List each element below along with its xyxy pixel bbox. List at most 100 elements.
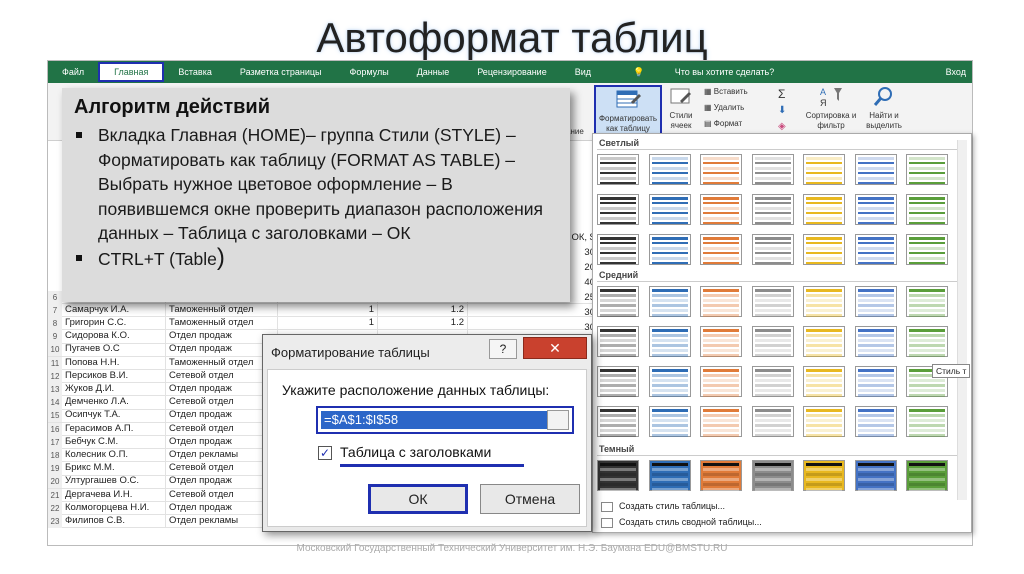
new-table-style-link[interactable]: Создать стиль таблицы... [619, 501, 725, 511]
format-as-table-button[interactable]: Форматировать как таблицу [594, 85, 662, 137]
table-style-swatch[interactable] [854, 326, 897, 357]
table-style-swatch[interactable] [803, 286, 845, 317]
tab-review[interactable]: Рецензирование [463, 67, 561, 77]
table-style-swatch[interactable] [751, 286, 794, 317]
table-style-swatch[interactable] [648, 286, 691, 317]
table-cell[interactable]: Персиков В.И. [62, 369, 166, 383]
headers-checkbox-label[interactable]: Таблица с заголовками [340, 444, 491, 460]
table-style-swatch[interactable] [648, 460, 691, 491]
table-style-swatch[interactable] [854, 154, 897, 185]
table-style-swatch[interactable] [803, 406, 845, 437]
table-style-swatch[interactable] [854, 366, 897, 397]
table-style-swatch[interactable] [803, 194, 845, 225]
table-row[interactable]: 7 Самарчук И.А. Таможенный отдел 1 1.2 [48, 303, 608, 318]
delete-cells-button[interactable]: ▦ Удалить [704, 103, 744, 112]
table-style-swatch[interactable] [906, 406, 948, 437]
table-style-swatch[interactable] [597, 366, 639, 397]
table-style-swatch[interactable] [700, 460, 742, 491]
table-style-swatch[interactable] [906, 154, 948, 185]
table-style-swatch[interactable] [597, 406, 639, 437]
table-style-swatch[interactable] [803, 326, 845, 357]
sort-filter-button[interactable]: AЯ Сортировка и фильтр [804, 85, 858, 131]
table-style-swatch[interactable] [906, 326, 948, 357]
ok-button[interactable]: ОК [368, 484, 468, 514]
tab-page-layout[interactable]: Разметка страницы [226, 67, 336, 77]
clear-icon[interactable]: ◈ [778, 121, 786, 132]
table-style-swatch[interactable] [751, 234, 794, 265]
table-cell[interactable]: Колесник О.П. [62, 448, 166, 462]
table-cell[interactable]: Герасимов А.П. [62, 422, 166, 436]
table-style-swatch[interactable] [803, 460, 845, 491]
table-cell[interactable]: Демченко Л.А. [62, 396, 166, 410]
table-style-swatch[interactable] [854, 234, 897, 265]
table-style-swatch[interactable] [648, 326, 691, 357]
table-style-swatch[interactable] [597, 286, 639, 317]
table-cell[interactable]: 1 [278, 316, 378, 330]
table-style-swatch[interactable] [751, 326, 794, 357]
cancel-button[interactable]: Отмена [480, 484, 580, 514]
table-cell[interactable]: Попова Н.Н. [62, 356, 166, 370]
table-style-swatch[interactable] [803, 366, 845, 397]
table-style-swatch[interactable] [803, 234, 845, 265]
table-style-swatch[interactable] [803, 154, 845, 185]
insert-cells-button[interactable]: ▦ Вставить [704, 87, 748, 96]
range-select-icon[interactable] [547, 410, 569, 430]
table-style-swatch[interactable] [700, 234, 742, 265]
table-style-swatch[interactable] [597, 234, 639, 265]
table-cell[interactable]: Григорин С.С. [62, 316, 166, 330]
table-row[interactable]: 8 Григорин С.С. Таможенный отдел 1 1.2 [48, 316, 608, 331]
format-cells-button[interactable]: ▤ Формат [704, 119, 742, 128]
table-style-swatch[interactable] [597, 194, 639, 225]
table-style-swatch[interactable] [854, 194, 897, 225]
fill-icon[interactable]: ⬇ [778, 105, 786, 116]
table-cell[interactable]: Пугачев О.С [62, 343, 166, 357]
tab-data[interactable]: Данные [403, 67, 464, 77]
table-style-swatch[interactable] [597, 326, 639, 357]
table-style-swatch[interactable] [906, 234, 948, 265]
cell-styles-button[interactable]: Стили ячеек [664, 85, 698, 131]
dialog-close-button[interactable]: ✕ [523, 337, 587, 359]
table-cell[interactable]: Бебчук С.М. [62, 435, 166, 449]
find-select-button[interactable]: Найти и выделить [860, 85, 908, 131]
table-style-swatch[interactable] [648, 154, 691, 185]
table-style-swatch[interactable] [854, 460, 897, 491]
table-style-swatch[interactable] [700, 366, 742, 397]
range-input[interactable]: =$A$1:$I$58 [316, 406, 574, 434]
table-style-swatch[interactable] [751, 366, 794, 397]
table-cell[interactable]: 1 [278, 303, 378, 317]
table-style-swatch[interactable] [648, 194, 691, 225]
table-cell[interactable]: Осипчук Т.А. [62, 409, 166, 423]
table-style-swatch[interactable] [648, 234, 691, 265]
table-cell[interactable]: Жуков Д.И. [62, 382, 166, 396]
table-cell[interactable]: Таможенный отдел [166, 303, 278, 317]
table-style-swatch[interactable] [906, 286, 948, 317]
tab-insert[interactable]: Вставка [164, 67, 225, 77]
table-style-swatch[interactable] [700, 326, 742, 357]
table-style-swatch[interactable] [597, 154, 639, 185]
sign-in-link[interactable]: Вход [932, 67, 972, 77]
table-cell[interactable]: Брикс М.М. [62, 462, 166, 476]
table-cell[interactable]: Сидорова К.О. [62, 330, 166, 344]
table-style-swatch[interactable] [648, 406, 691, 437]
tab-view[interactable]: Вид [561, 67, 605, 77]
table-style-swatch[interactable] [751, 194, 794, 225]
table-cell[interactable]: Самарчук И.А. [62, 303, 166, 317]
table-cell[interactable]: Таможенный отдел [166, 316, 278, 330]
table-cell[interactable]: Дергачева И.Н. [62, 488, 166, 502]
table-cell[interactable]: 1.2 [378, 316, 468, 330]
table-style-swatch[interactable] [597, 460, 639, 491]
table-style-swatch[interactable] [700, 406, 742, 437]
gallery-scrollbar[interactable] [957, 140, 967, 500]
table-style-swatch[interactable] [700, 154, 742, 185]
table-style-swatch[interactable] [906, 194, 948, 225]
table-style-swatch[interactable] [854, 286, 897, 317]
table-style-swatch[interactable] [751, 460, 794, 491]
table-style-swatch[interactable] [751, 154, 794, 185]
table-style-swatch[interactable] [751, 406, 794, 437]
tell-me-box[interactable]: 💡 Что вы хотите сделать? [605, 67, 802, 78]
table-cell[interactable]: Колмогорцева Н.И. [62, 501, 166, 515]
table-style-swatch[interactable] [648, 366, 691, 397]
dialog-help-button[interactable]: ? [489, 339, 517, 359]
headers-checkbox[interactable]: ✓ [318, 446, 332, 460]
table-cell[interactable]: Ултургашев О.С. [62, 475, 166, 489]
